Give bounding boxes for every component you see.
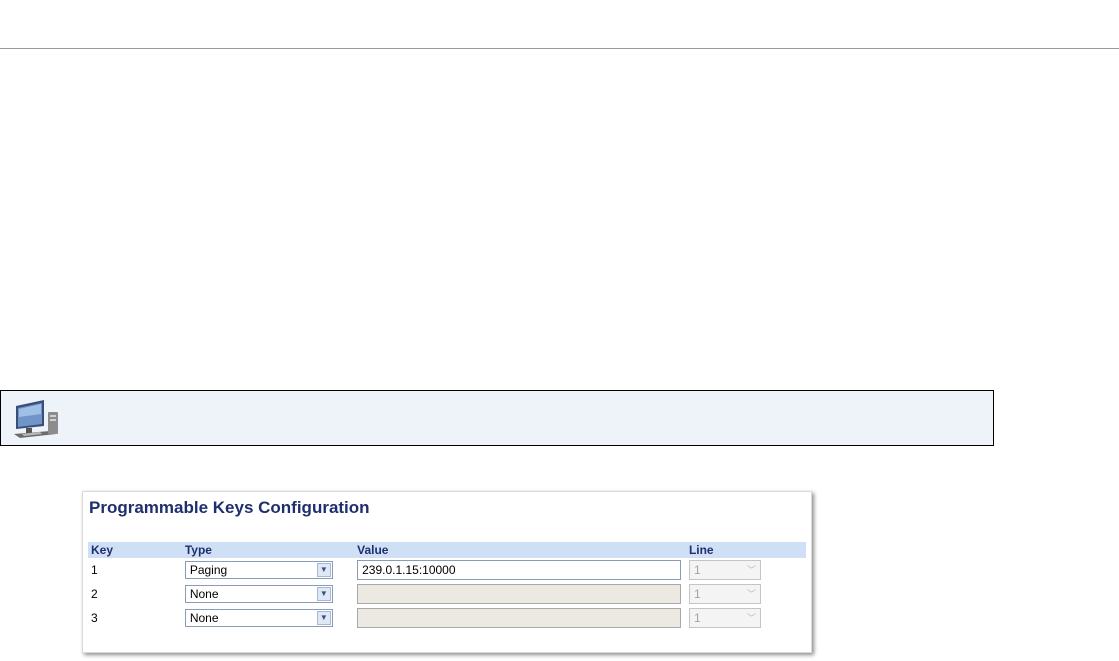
line-select-key-3: 1 ﹀ [688,608,761,628]
table-header-row: Key Type Value Line [88,542,806,558]
line-select-value: 1 [693,587,701,601]
value-cell: 239.0.1.15:10000 [354,558,686,582]
key-number: 1 [91,563,98,577]
line-select-key-1: 1 ﹀ [688,560,761,580]
chevron-down-icon: ﹀ [746,613,756,623]
chevron-down-icon[interactable]: ▼ [316,587,331,601]
type-select-key-2[interactable]: None ▼ [184,585,333,603]
chevron-down-icon[interactable]: ▼ [316,563,331,577]
chevron-down-icon: ﹀ [746,589,756,599]
line-select-key-2: 1 ﹀ [688,584,761,604]
column-header-value: Value [354,542,686,558]
web-ui-note-bar [0,390,994,446]
type-cell: Paging ▼ [182,558,354,582]
chevron-down-icon[interactable]: ▼ [316,611,331,625]
key-number: 2 [91,587,98,601]
table-row: 2 None ▼ 1 ﹀ [88,582,806,606]
value-cell [354,606,686,630]
programmable-keys-table: Key Type Value Line 1 Paging ▼ 239.0.1.1… [88,542,806,630]
value-input-key-3 [357,608,682,628]
line-cell: 1 ﹀ [686,558,806,582]
type-select-key-1[interactable]: Paging ▼ [184,561,333,579]
programmable-keys-panel: Programmable Keys Configuration Key Type… [82,491,812,653]
table-row: 3 None ▼ 1 ﹀ [88,606,806,630]
type-cell: None ▼ [182,582,354,606]
page-title: Programmable Keys Configuration [89,498,370,517]
column-header-type: Type [181,542,355,558]
computer-monitor-icon [14,400,58,438]
line-select-value: 1 [693,611,701,625]
chevron-down-icon: ﹀ [746,565,756,575]
type-select-value: None [189,587,219,601]
line-cell: 1 ﹀ [686,582,806,606]
type-select-value: None [189,611,219,625]
key-number: 3 [91,611,98,625]
column-header-line: Line [685,542,806,558]
column-header-key: Key [88,542,182,558]
line-cell: 1 ﹀ [686,606,806,630]
line-select-value: 1 [693,563,701,577]
value-input-key-2 [357,584,682,604]
type-select-value: Paging [189,563,228,577]
table-row: 1 Paging ▼ 239.0.1.15:10000 1 ﹀ [88,558,806,582]
value-cell [354,582,686,606]
type-cell: None ▼ [182,606,354,630]
top-divider [0,48,1119,49]
type-select-key-3[interactable]: None ▼ [184,609,333,627]
value-input-key-1[interactable]: 239.0.1.15:10000 [357,560,682,580]
